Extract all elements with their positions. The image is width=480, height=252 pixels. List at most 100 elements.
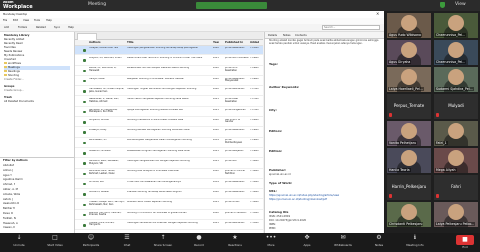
menu-view[interactable]: View (23, 19, 29, 22)
table-row[interactable]: Gri Wilis, Ria STUNTING: Permasalahan dan… (75, 180, 263, 190)
menu-file[interactable]: File (3, 19, 7, 22)
filter-author-item[interactable]: Agus Y (3, 174, 12, 177)
participant-tile[interactable]: Laiya Hoerliaeli_Pel... (387, 67, 431, 92)
table-row[interactable]: Suryanto, Ahmad Stunting Prevalence in Ru… (75, 118, 263, 128)
table-row[interactable]: Nurnipus, M; Herpilyana; Mahaspani, Ruri… (75, 108, 263, 118)
participant-tile[interactable]: Laiya Pelkesjaru Pelbo... (434, 202, 478, 227)
cell-published: Jurnal Pengabdian (225, 108, 246, 111)
reactions-button[interactable]: ★ Reactions (222, 233, 248, 252)
filter-author-item[interactable]: Amalia, Wida (3, 193, 20, 196)
participant-tile[interactable]: Fatri_1 (434, 121, 478, 146)
filter-author-item[interactable]: Irawan, D (3, 226, 15, 229)
url-value-1[interactable]: https://ejournal.uin.ac.id/index.php/stu… (269, 194, 379, 197)
participants-button[interactable]: ☺ Participants (78, 233, 104, 252)
filter-title[interactable]: Filter by Authors (3, 159, 28, 162)
url-value-2[interactable]: https://journal.uin.ac.id/stunting/downl… (269, 198, 379, 201)
table-row[interactable]: Rahmawati, Sri Pemberdayaan Masyarakat Da… (75, 139, 263, 148)
filter-author-item[interactable]: Fadilah, N (3, 217, 16, 220)
cell-year: 2020 (213, 129, 219, 132)
tree-item-create-group[interactable]: Create Group... (4, 89, 24, 93)
table-row[interactable]: Yustika; Citra; Ahmad; Hariyanto Hubungan… (75, 221, 263, 231)
participant-tile[interactable]: Fahri (434, 175, 478, 200)
table-row[interactable]: Kamal, Dr; Kalrnoval; R; Herewati Karakte… (75, 67, 263, 76)
more-button[interactable]: ••• More (258, 233, 284, 252)
participant-tile[interactable]: Harrin_Pelkesjaru (387, 175, 431, 200)
participant-name: Agus Yudo Wibisono (388, 33, 422, 37)
apps-button[interactable]: ✥ Apps (294, 233, 320, 252)
participant-tile[interactable]: Chaerunnisa_Pel... (434, 40, 478, 65)
table-row[interactable]: Prasetyo, Rizky Stunting Berasal Pencegah… (75, 128, 263, 138)
notes-button[interactable]: ⚙ Notes (366, 233, 392, 252)
chat-button[interactable]: ☰ Chat (114, 233, 140, 252)
participant-tile[interactable]: Sudarmi Sjahdira_Pel... (434, 67, 478, 92)
participant-tile[interactable]: Hanila Teoria (387, 148, 431, 173)
participant-tile[interactable]: Perpus_Ternate (387, 94, 431, 119)
participant-tile[interactable]: Chrisdanti Pelkesjaru (387, 202, 431, 227)
tab-details[interactable]: Details (268, 34, 277, 37)
control-label: Chat (123, 243, 131, 247)
help-button[interactable]: Help (68, 26, 74, 29)
table-row[interactable]: Hidayat, Muhammad Faiz Hubungan pengetahu… (75, 46, 263, 56)
tab-edit-settings[interactable]: Edit Settings (105, 33, 128, 49)
table-row[interactable]: Nabanarwi, S; Dwita, Sari; Habibie, Ahma… (75, 98, 263, 107)
col-published-in[interactable]: Published In (225, 41, 243, 44)
share-screen-button[interactable]: ↑ Share Screen (150, 233, 176, 252)
unmute-button[interactable]: ↓ Unmute (6, 233, 32, 252)
menu-tools[interactable]: Tools (34, 19, 40, 22)
add-button[interactable]: Add (4, 26, 9, 29)
participant-name: Harrin_Pelkesjaru (391, 184, 427, 189)
participant-tile[interactable]: Vonita Pelhetjaru (387, 121, 431, 146)
record-button[interactable]: ● Record (186, 233, 212, 252)
filter-author-item[interactable]: Bahtiar M (3, 207, 15, 210)
filter-author-item[interactable]: Astuti, J (3, 198, 13, 201)
view-menu[interactable]: View (455, 2, 466, 8)
col-added[interactable]: Added (250, 41, 259, 44)
meeting-info-button[interactable]: ℹ Meeting Info (402, 233, 428, 252)
tab-contents[interactable]: Contents (295, 34, 307, 37)
cell-year: 2021 (213, 201, 219, 204)
participant-tile[interactable]: Mulyadi (434, 94, 478, 119)
col-year[interactable]: Year (213, 41, 219, 44)
filter-author-item[interactable]: Akbar, A. M (3, 188, 18, 191)
related-button[interactable]: Related (36, 26, 46, 29)
table-row[interactable]: Triawan, Pelajar Paru; Sari Ayu; Rahmawa… (75, 201, 263, 210)
sharing-banner[interactable]: Agus Yudo Wibisono's screen (196, 2, 268, 19)
filter-author-item[interactable]: Hasanah, A (3, 222, 18, 225)
filter-author-item[interactable]: Ahmad, S (3, 183, 15, 186)
table-row[interactable]: Nursahid, Ratu; Setiawan; Mulyani; Siti H… (75, 159, 263, 169)
tab-notes[interactable]: Notes (283, 34, 291, 37)
end-button[interactable]: ■ End (452, 233, 478, 252)
table-row[interactable]: Wahida; Tuti; Ibnu; Haliman; Imansa; Sas… (75, 211, 263, 221)
table-row[interactable]: Harmawati, Sri; Arwan Luqma; Jaka, Gunar… (75, 87, 263, 97)
participant-tile[interactable]: Agus Giryaha (387, 40, 431, 65)
close-icon[interactable]: ✕ (376, 12, 379, 16)
participant-tile[interactable]: Agus Yudo Wibisono (387, 13, 431, 38)
tree-item-all-deleted[interactable]: All Deleted Documents (4, 100, 34, 104)
tab-meetings[interactable]: Meetings (77, 33, 97, 50)
table-row[interactable]: Hadiyo, Kotan Kebijakan Stunting di Indon… (75, 77, 263, 87)
participant-tile[interactable]: Chaerunnisa_Pel... (434, 13, 478, 38)
sync-button[interactable]: Sync (54, 26, 60, 29)
publisher-value[interactable]: ejournal.uin.ac.id (269, 173, 379, 176)
menu-help[interactable]: Help (46, 19, 52, 22)
participant-face (401, 15, 417, 31)
menu-edit[interactable]: Edit (13, 19, 18, 22)
table-row[interactable]: Rahmalia, Budi; Taufik, Rahmat; Lestari,… (75, 170, 263, 179)
whiteboards-button[interactable]: ✉ Whiteboards (330, 233, 356, 252)
filter-author-item[interactable]: Adrian J (3, 169, 13, 172)
filter-author-item[interactable]: Abdullah (3, 164, 14, 167)
filter-author-item[interactable]: Agustina Ramli (3, 178, 23, 181)
filter-author-item[interactable]: Awaluddin R (3, 202, 19, 205)
start-video-button[interactable]: □ Start Video (42, 233, 68, 252)
table-row[interactable]: Sulastrini, Ni Made Pelaksanaan Program P… (75, 149, 263, 159)
participant-tile[interactable]: Mega Aliyah (434, 148, 478, 173)
col-title[interactable]: Title (127, 41, 134, 44)
search-input[interactable] (322, 25, 380, 30)
table-row[interactable]: Sumantri, Rizwan Evaluasi Stunting Terhad… (75, 190, 263, 200)
col-authors[interactable]: Authors (89, 41, 101, 44)
table-row[interactable]: Mulyani, Sri; Rahman; Indah Determinant R… (75, 56, 263, 66)
document-icon (83, 79, 86, 83)
tree-item-create-folder[interactable]: Create Folder... (4, 78, 24, 82)
folders-button[interactable]: Folders (18, 26, 27, 29)
filter-author-item[interactable]: Dewi, R (3, 212, 13, 215)
